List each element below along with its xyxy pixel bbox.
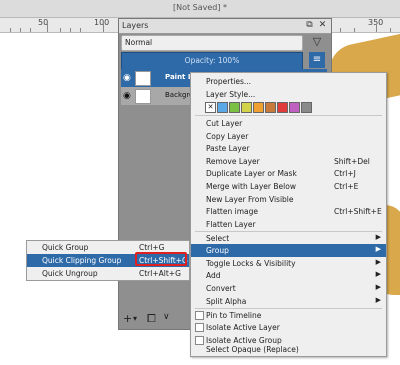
menu-item-label: New Layer From Visible (206, 194, 294, 204)
menu-item-merge-down[interactable]: Merge with Layer Below Ctrl+E (191, 180, 386, 193)
docker-title-bar: Layers ⧉ ✕ (119, 19, 331, 34)
submenu-arrow-icon: ▶ (375, 245, 381, 254)
chevron-down-icon[interactable]: ▾ (133, 314, 137, 323)
menu-item-label: Flatten Layer (206, 219, 256, 229)
horizontal-ruler-right: 350 (330, 18, 400, 33)
menu-item-label: Remove Layer (206, 156, 260, 166)
menu-item-remove-layer[interactable]: Remove Layer Shift+Del (191, 155, 386, 168)
menu-item-label: Select (206, 233, 230, 243)
menu-item-label: Select Opaque (Replace) (206, 345, 299, 354)
color-swatch[interactable] (301, 102, 312, 113)
menu-item-label: Group (206, 246, 229, 256)
opacity-label: Opacity: 100% (184, 56, 240, 65)
menu-item-shortcut: Shift+Del (334, 156, 370, 166)
window-title: [Not Saved] * (172, 3, 228, 12)
menu-item-flatten-layer[interactable]: Flatten Layer (191, 218, 386, 231)
blend-mode-value: Normal (125, 38, 153, 47)
menu-item-convert[interactable]: Convert ▶ (191, 282, 386, 295)
menu-item-label: Paste Layer (206, 144, 250, 154)
group-submenu: Quick Group Ctrl+G Quick Clipping Group … (26, 240, 190, 281)
color-swatch-none[interactable]: ✕ (205, 102, 216, 113)
menu-item-flatten-image[interactable]: Flatten image Ctrl+Shift+E (191, 205, 386, 218)
menu-item-select-opaque[interactable]: Select Opaque (Replace) (191, 343, 386, 356)
color-swatch[interactable] (265, 102, 276, 113)
checkbox-icon[interactable] (195, 323, 204, 333)
menu-item-label: Add (206, 271, 221, 281)
menu-item-select[interactable]: Select ▶ (191, 232, 386, 245)
menu-item-label: Quick Group (42, 243, 89, 252)
menu-item-shortcut: Ctrl+E (334, 182, 359, 191)
menu-item-label: Flatten image (206, 207, 258, 217)
blend-mode-select[interactable]: Normal (121, 35, 303, 51)
horizontal-ruler: 50 100 (0, 18, 118, 33)
eye-icon[interactable]: ◉ (123, 91, 131, 101)
menu-item-copy-layer[interactable]: Copy Layer (191, 130, 386, 143)
submenu-arrow-icon: ▶ (375, 295, 381, 304)
submenu-arrow-icon: ▶ (375, 257, 381, 266)
submenu-arrow-icon: ▶ (375, 282, 381, 291)
menu-item-toggle-locks[interactable]: Toggle Locks & Visibility ▶ (191, 257, 386, 270)
menu-item-layer-style[interactable]: Layer Style... (191, 88, 386, 101)
docker-title: Layers (122, 21, 149, 30)
float-icon[interactable]: ⧉ (304, 20, 315, 31)
menu-item-label: Layer Style... (206, 90, 256, 99)
menu-item-label: Quick Clipping Group (42, 256, 122, 265)
menu-item-shortcut: Ctrl+G (139, 243, 165, 252)
color-label-swatches: ✕ (205, 102, 325, 113)
menu-item-properties[interactable]: Properties... (191, 75, 386, 88)
hamburger-menu-icon[interactable]: ≡ (309, 52, 325, 68)
highlight-annotation-box (135, 252, 187, 266)
layer-thumbnail (135, 71, 151, 86)
menu-item-pin-timeline[interactable]: Pin to Timeline (191, 309, 386, 322)
menu-item-label: Duplicate Layer or Mask (206, 169, 297, 179)
color-swatch[interactable] (253, 102, 264, 113)
menu-item-label: Cut Layer (206, 119, 243, 128)
menu-item-duplicate-layer[interactable]: Duplicate Layer or Mask Ctrl+J (191, 167, 386, 180)
duplicate-icon[interactable]: ⧠ (147, 312, 156, 326)
menu-item-label: Quick Ungroup (42, 269, 98, 278)
menu-item-shortcut: Ctrl+J (334, 169, 356, 179)
menu-item-new-from-visible[interactable]: New Layer From Visible (191, 193, 386, 206)
window-title-bar: [Not Saved] * (0, 0, 400, 18)
menu-item-cut-layer[interactable]: Cut Layer (191, 117, 386, 130)
menu-item-label: Properties... (206, 77, 252, 86)
menu-item-split-alpha[interactable]: Split Alpha ▶ (191, 295, 386, 308)
submenu-arrow-icon: ▶ (375, 270, 381, 279)
menu-item-label: Merge with Layer Below (206, 182, 296, 191)
color-swatch[interactable] (277, 102, 288, 113)
menu-item-shortcut: Ctrl+Alt+G (139, 269, 181, 278)
menu-item-label: Pin to Timeline (206, 310, 262, 320)
menu-item-isolate-layer[interactable]: Isolate Active Layer (191, 321, 386, 334)
menu-item-shortcut: Ctrl+Shift+E (334, 207, 382, 217)
close-icon[interactable]: ✕ (317, 20, 328, 31)
menu-item-paste-layer[interactable]: Paste Layer (191, 142, 386, 155)
menu-item-add[interactable]: Add ▶ (191, 269, 386, 282)
menu-separator (195, 115, 382, 116)
submenu-arrow-icon: ▶ (375, 232, 381, 241)
color-swatch[interactable] (289, 102, 300, 113)
checkbox-icon[interactable] (195, 310, 204, 320)
menu-item-label: Isolate Active Layer (206, 323, 280, 333)
eye-icon[interactable]: ◉ (123, 73, 131, 83)
opacity-slider[interactable]: Opacity: 100% (121, 52, 303, 70)
menu-item-label: Convert (206, 283, 236, 293)
color-swatch[interactable] (241, 102, 252, 113)
color-swatch[interactable] (217, 102, 228, 113)
layer-context-menu: Properties... Layer Style... ✕ Cut Layer… (190, 72, 387, 357)
layer-thumbnail (135, 89, 151, 104)
filter-icon[interactable]: ▽ (309, 34, 325, 50)
move-down-icon[interactable]: ∨ (163, 312, 170, 322)
menu-item-label: Copy Layer (206, 131, 249, 141)
menu-item-label: Split Alpha (206, 296, 247, 306)
color-swatch[interactable] (229, 102, 240, 113)
menu-item-group[interactable]: Group ▶ (191, 244, 386, 257)
ruler-label: 100 (94, 18, 110, 27)
submenu-item-quick-ungroup[interactable]: Quick Ungroup Ctrl+Alt+G (27, 267, 189, 280)
menu-item-label: Toggle Locks & Visibility (206, 258, 296, 268)
add-layer-icon[interactable]: + (123, 312, 132, 325)
